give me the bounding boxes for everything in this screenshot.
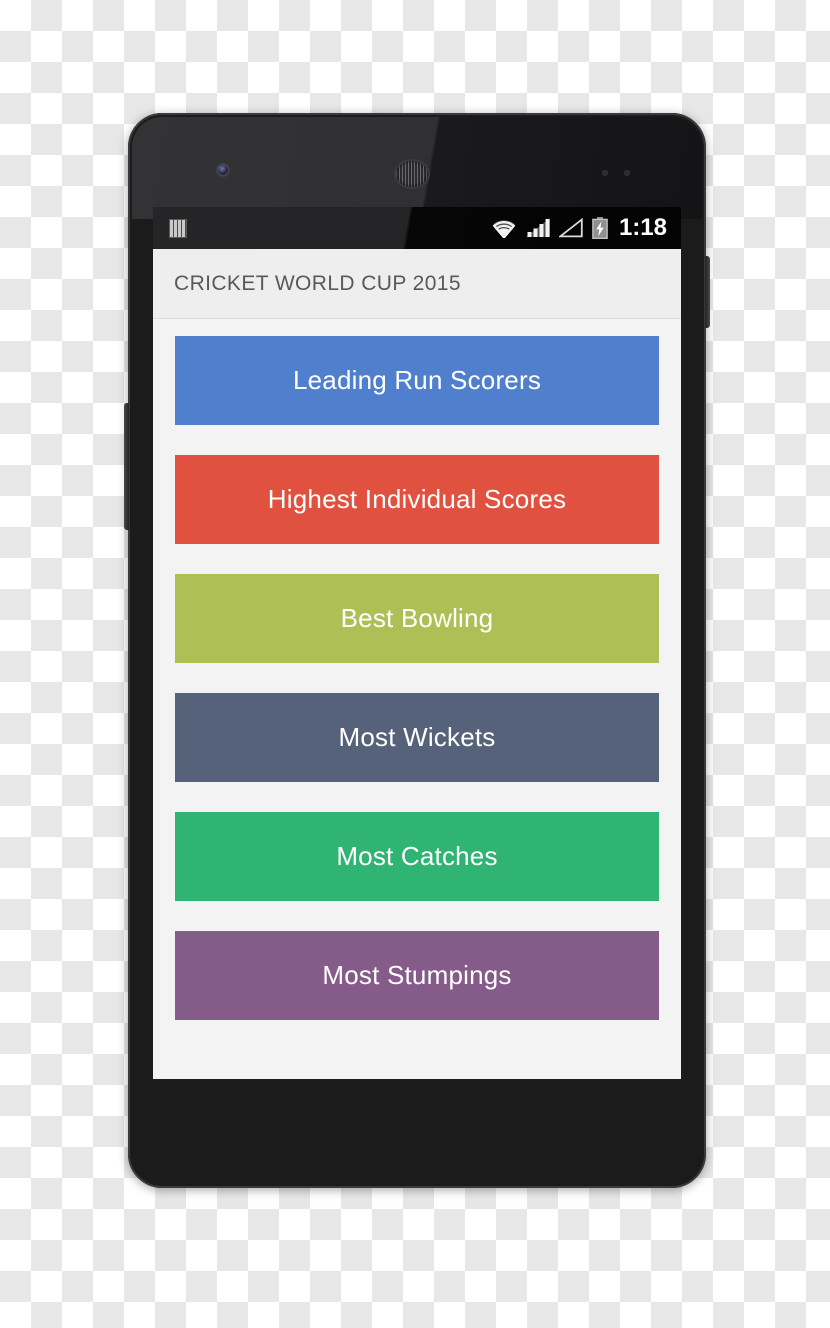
status-bar: 1:18 — [153, 207, 681, 249]
front-camera-icon — [218, 165, 228, 175]
most-wickets-button[interactable]: Most Wickets — [175, 693, 659, 782]
most-stumpings-button[interactable]: Most Stumpings — [175, 931, 659, 1020]
page-title: CRICKET WORLD CUP 2015 — [174, 271, 461, 295]
best-bowling-button[interactable]: Best Bowling — [175, 574, 659, 663]
earpiece-speaker-icon — [394, 159, 430, 189]
proximity-sensor-icon — [602, 170, 608, 176]
power-button[interactable] — [705, 256, 710, 328]
main-menu-list: Leading Run Scorers Highest Individual S… — [153, 319, 681, 1079]
cellular-signal-empty-icon — [558, 218, 583, 238]
most-catches-button[interactable]: Most Catches — [175, 812, 659, 901]
app-bar: CRICKET WORLD CUP 2015 — [153, 249, 681, 319]
status-bar-clock: 1:18 — [618, 214, 667, 241]
phone-top-bezel — [132, 117, 702, 219]
highest-individual-scores-button[interactable]: Highest Individual Scores — [175, 455, 659, 544]
leading-run-scorers-button[interactable]: Leading Run Scorers — [175, 336, 659, 425]
wifi-icon — [491, 218, 517, 238]
battery-charging-icon — [592, 217, 608, 239]
ambient-light-sensor-icon — [624, 170, 630, 176]
status-bar-left — [169, 218, 491, 238]
status-bar-right: 1:18 — [491, 216, 667, 240]
phone-device-frame: 1:18 CRICKET WORLD CUP 2015 Leading Run … — [124, 113, 710, 1188]
notification-bars-icon — [169, 218, 187, 238]
cellular-signal-icon — [525, 218, 550, 238]
volume-rocker-button[interactable] — [124, 403, 129, 530]
phone-screen: 1:18 CRICKET WORLD CUP 2015 Leading Run … — [153, 207, 681, 1079]
